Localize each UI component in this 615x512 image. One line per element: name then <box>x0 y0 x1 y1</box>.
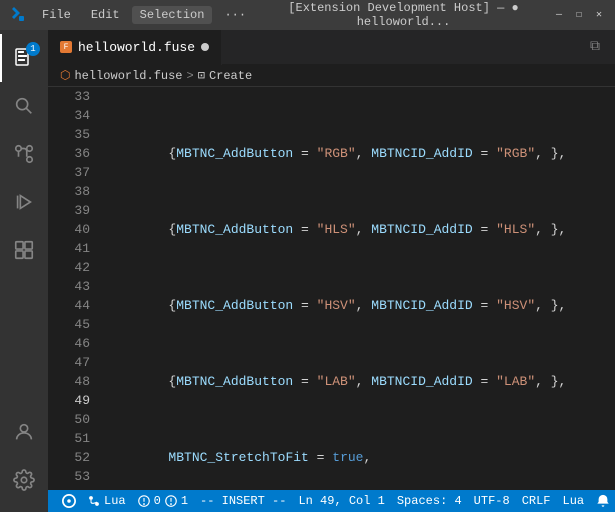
status-mode-label: -- INSERT -- <box>200 494 286 508</box>
line-num-39: 39 <box>48 201 90 220</box>
menu-selection[interactable]: Selection <box>132 6 213 24</box>
line-numbers: 33 34 35 36 37 38 39 40 41 42 43 44 45 4… <box>48 87 98 490</box>
tab-filename: helloworld.fuse <box>78 40 195 55</box>
line-num-53: 53 <box>48 467 90 486</box>
breadcrumb: ⬡ helloworld.fuse > ⊡ Create <box>48 65 615 87</box>
status-errors[interactable]: 0 1 <box>132 490 194 512</box>
menu-file[interactable]: File <box>34 6 79 24</box>
line-num-41: 41 <box>48 239 90 258</box>
line-num-42: 42 <box>48 258 90 277</box>
status-notifications[interactable] <box>590 490 615 512</box>
line-num-51: 51 <box>48 429 90 448</box>
tab-actions: ⧉ <box>583 35 615 59</box>
minimize-button[interactable]: — <box>553 9 565 21</box>
status-encoding-label: UTF-8 <box>474 494 510 508</box>
split-editor-button[interactable]: ⧉ <box>583 35 607 59</box>
editor-tab[interactable]: F helloworld.fuse <box>48 30 222 65</box>
line-num-52: 52 <box>48 448 90 467</box>
line-num-43: 43 <box>48 277 90 296</box>
extensions-activity-icon[interactable] <box>0 226 48 274</box>
settings-activity-icon[interactable] <box>0 456 48 504</box>
breadcrumb-file[interactable]: ⬡ helloworld.fuse <box>60 68 183 83</box>
line-num-47: 47 <box>48 353 90 372</box>
line-num-37: 37 <box>48 163 90 182</box>
code-line-33: {MBTNC_AddButton = "RGB", MBTNCID_AddID … <box>106 144 615 163</box>
line-num-40: 40 <box>48 220 90 239</box>
activity-bar: 1 <box>0 30 48 512</box>
code-content[interactable]: {MBTNC_AddButton = "RGB", MBTNCID_AddID … <box>98 87 615 490</box>
line-num-48: 48 <box>48 372 90 391</box>
account-activity-icon[interactable] <box>0 408 48 456</box>
status-git[interactable]: Lua <box>82 490 132 512</box>
search-activity-icon[interactable] <box>0 82 48 130</box>
status-spaces[interactable]: Spaces: 4 <box>391 490 468 512</box>
code-line-36: {MBTNC_AddButton = "LAB", MBTNCID_AddID … <box>106 372 615 391</box>
breadcrumb-section-label: Create <box>209 69 252 83</box>
status-line-ending-label: CRLF <box>522 494 551 508</box>
breadcrumb-section[interactable]: ⊡ Create <box>198 68 252 83</box>
status-error-count: 0 <box>154 494 161 508</box>
activity-bar-bottom <box>0 408 48 512</box>
app-icon <box>10 7 26 23</box>
source-control-activity-icon[interactable] <box>0 130 48 178</box>
status-language-label: Lua <box>563 494 585 508</box>
tab-modified-dot <box>201 43 209 51</box>
editor-area: F helloworld.fuse ⧉ ⬡ helloworld.fuse > … <box>48 30 615 512</box>
code-line-37: MBTNC_StretchToFit = true, <box>106 448 615 467</box>
line-num-44: 44 <box>48 296 90 315</box>
menu-more[interactable]: ··· <box>216 6 254 24</box>
breadcrumb-section-icon: ⊡ <box>198 68 205 83</box>
status-mode[interactable]: -- INSERT -- <box>194 490 292 512</box>
status-bar: Lua 0 1 -- INSERT -- <box>48 490 615 512</box>
line-num-49: 49 <box>48 391 90 410</box>
breadcrumb-filename: helloworld.fuse <box>74 69 182 83</box>
status-git-label: Lua <box>104 494 126 508</box>
line-num-45: 45 <box>48 315 90 334</box>
line-num-33: 33 <box>48 87 90 106</box>
code-line-34: {MBTNC_AddButton = "HLS", MBTNCID_AddID … <box>106 220 615 239</box>
status-encoding[interactable]: UTF-8 <box>468 490 516 512</box>
line-num-46: 46 <box>48 334 90 353</box>
line-num-50: 50 <box>48 410 90 429</box>
code-editor[interactable]: 33 34 35 36 37 38 39 40 41 42 43 44 45 4… <box>48 87 615 490</box>
run-activity-icon[interactable] <box>0 178 48 226</box>
line-num-34: 34 <box>48 106 90 125</box>
status-language[interactable]: Lua <box>557 490 591 512</box>
status-warning-count: 1 <box>181 494 188 508</box>
tab-file-icon: F <box>60 41 72 53</box>
line-num-35: 35 <box>48 125 90 144</box>
line-num-36: 36 <box>48 144 90 163</box>
window-title: [Extension Development Host] — ● hellowo… <box>262 1 545 29</box>
code-line-35: {MBTNC_AddButton = "HSV", MBTNCID_AddID … <box>106 296 615 315</box>
title-bar: File Edit Selection ··· [Extension Devel… <box>0 0 615 30</box>
menu-bar: File Edit Selection ··· <box>34 6 254 24</box>
status-line-ending[interactable]: CRLF <box>516 490 557 512</box>
explorer-badge: 1 <box>26 42 40 56</box>
status-spaces-label: Spaces: 4 <box>397 494 462 508</box>
line-num-38: 38 <box>48 182 90 201</box>
main-layout: 1 <box>0 30 615 512</box>
close-button[interactable]: ✕ <box>593 9 605 21</box>
breadcrumb-file-icon: ⬡ <box>60 68 70 83</box>
window-controls: — ☐ ✕ <box>553 9 605 21</box>
breadcrumb-separator: > <box>187 69 194 83</box>
status-remote[interactable] <box>56 490 82 512</box>
tab-bar: F helloworld.fuse ⧉ <box>48 30 615 65</box>
status-position[interactable]: Ln 49, Col 1 <box>292 490 390 512</box>
menu-edit[interactable]: Edit <box>83 6 128 24</box>
explorer-icon[interactable]: 1 <box>0 34 48 82</box>
maximize-button[interactable]: ☐ <box>573 9 585 21</box>
status-position-label: Ln 49, Col 1 <box>298 494 384 508</box>
